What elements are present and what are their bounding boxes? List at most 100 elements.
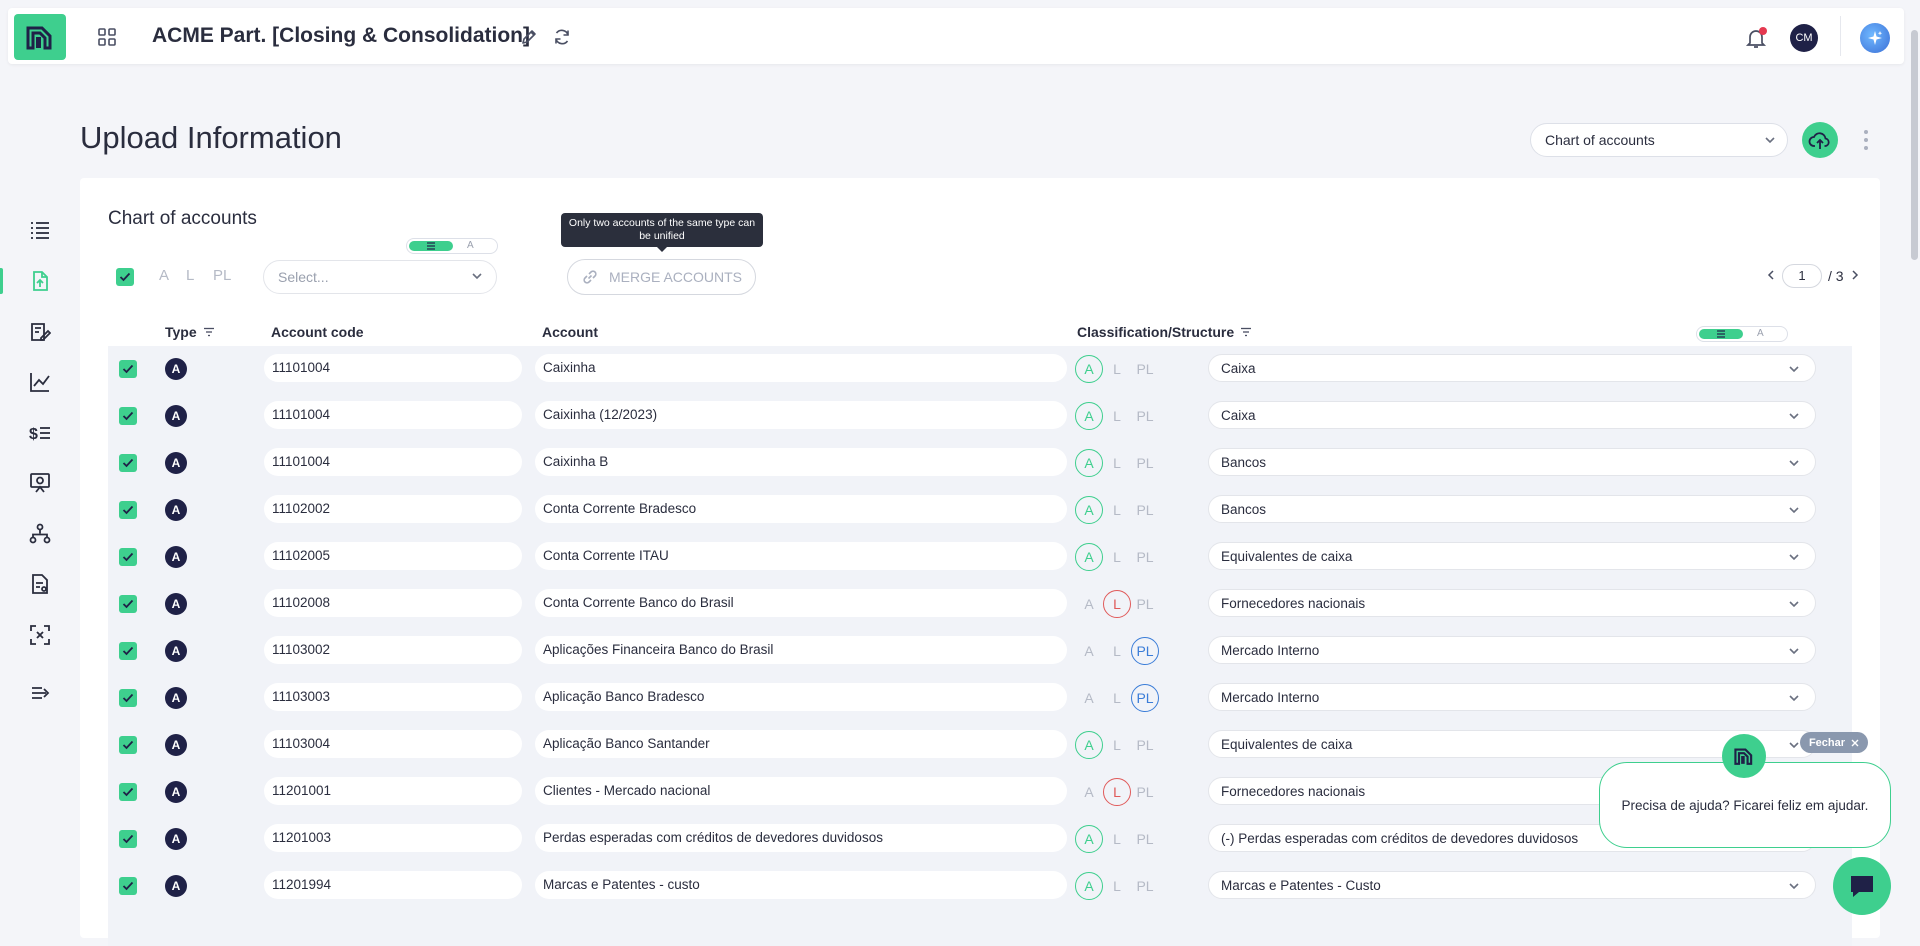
filter-select[interactable]: Select...	[263, 260, 497, 294]
account-name-field[interactable]: Conta Corrente Banco do Brasil	[535, 589, 1067, 617]
row-checkbox[interactable]	[119, 360, 137, 378]
ai-assistant-sparkle-icon[interactable]	[1860, 23, 1890, 53]
structure-select[interactable]: Mercado Interno	[1208, 683, 1816, 711]
account-name-field[interactable]: Marcas e Patentes - custo	[535, 871, 1067, 899]
row-checkbox[interactable]	[119, 407, 137, 425]
row-checkbox[interactable]	[119, 736, 137, 754]
classification-asset[interactable]: A	[1075, 684, 1103, 712]
apps-grid-icon[interactable]	[96, 26, 118, 48]
account-code-field[interactable]: 11103004	[264, 730, 522, 758]
sidebar-item-analytics[interactable]	[24, 366, 56, 398]
classification-equity[interactable]: PL	[1131, 684, 1159, 712]
classification-asset[interactable]: A	[1075, 496, 1103, 524]
classification-asset[interactable]: A	[1075, 590, 1103, 618]
more-options-icon[interactable]	[1860, 128, 1872, 152]
chevron-left-icon[interactable]	[1766, 268, 1776, 284]
account-name-field[interactable]: Caixinha (12/2023)	[535, 401, 1067, 429]
account-code-field[interactable]: 11101004	[264, 448, 522, 476]
upload-cloud-button[interactable]	[1802, 122, 1838, 158]
classification-liability[interactable]: L	[1103, 496, 1131, 524]
classification-equity[interactable]: PL	[1131, 872, 1159, 900]
sidebar-item-mapping[interactable]	[24, 619, 56, 651]
account-name-field[interactable]: Aplicação Banco Santander	[535, 730, 1067, 758]
sidebar-item-structure[interactable]	[24, 518, 56, 550]
sidebar-item-collapse[interactable]	[24, 677, 56, 709]
row-checkbox[interactable]	[119, 830, 137, 848]
structure-select[interactable]: Bancos	[1208, 448, 1816, 476]
chevron-right-icon[interactable]	[1850, 268, 1860, 284]
app-logo[interactable]	[14, 14, 66, 60]
account-name-field[interactable]: Perdas esperadas com créditos de devedor…	[535, 824, 1067, 852]
chat-button[interactable]	[1833, 857, 1891, 915]
structure-select[interactable]: Marcas e Patentes - Custo	[1208, 871, 1816, 899]
row-checkbox[interactable]	[119, 501, 137, 519]
structure-view-toggle[interactable]: A	[1696, 326, 1788, 342]
classification-equity[interactable]: PL	[1131, 402, 1159, 430]
classification-asset[interactable]: A	[1075, 778, 1103, 806]
sidebar-item-reports[interactable]	[24, 568, 56, 600]
classification-equity[interactable]: PL	[1131, 355, 1159, 383]
classification-asset[interactable]: A	[1075, 637, 1103, 665]
account-code-field[interactable]: 11201001	[264, 777, 522, 805]
classification-equity[interactable]: PL	[1131, 637, 1159, 665]
classification-liability[interactable]: L	[1103, 825, 1131, 853]
sidebar-item-list[interactable]	[24, 214, 56, 246]
classification-equity[interactable]: PL	[1131, 731, 1159, 759]
account-name-field[interactable]: Conta Corrente Bradesco	[535, 495, 1067, 523]
account-code-field[interactable]: 11102008	[264, 589, 522, 617]
classification-asset[interactable]: A	[1075, 872, 1103, 900]
merge-accounts-button[interactable]: MERGE ACCOUNTS	[567, 259, 756, 295]
account-name-field[interactable]: Caixinha	[535, 354, 1067, 382]
account-code-field[interactable]: 11103002	[264, 636, 522, 664]
account-code-field[interactable]: 11101004	[264, 354, 522, 382]
account-code-field[interactable]: 11102005	[264, 542, 522, 570]
classification-asset[interactable]: A	[1075, 402, 1103, 430]
account-name-field[interactable]: Caixinha B	[535, 448, 1067, 476]
refresh-icon[interactable]	[551, 26, 573, 48]
structure-select[interactable]: Fornecedores nacionais	[1208, 589, 1816, 617]
page-number-input[interactable]: 1	[1782, 264, 1822, 288]
header-classification[interactable]: Classification/Structure	[1077, 324, 1252, 340]
row-checkbox[interactable]	[119, 454, 137, 472]
account-name-field[interactable]: Conta Corrente ITAU	[535, 542, 1067, 570]
classification-equity[interactable]: PL	[1131, 825, 1159, 853]
sidebar-item-finance[interactable]: $	[24, 417, 56, 449]
classification-liability[interactable]: L	[1103, 402, 1131, 430]
structure-select[interactable]: Mercado Interno	[1208, 636, 1816, 664]
classification-liability[interactable]: L	[1103, 872, 1131, 900]
filter-liability[interactable]: L	[186, 267, 194, 284]
classification-liability[interactable]: L	[1103, 778, 1131, 806]
account-name-field[interactable]: Aplicações Financeira Banco do Brasil	[535, 636, 1067, 664]
classification-equity[interactable]: PL	[1131, 449, 1159, 477]
structure-select[interactable]: Caixa	[1208, 354, 1816, 382]
classification-equity[interactable]: PL	[1131, 778, 1159, 806]
classification-liability[interactable]: L	[1103, 731, 1131, 759]
classification-liability[interactable]: L	[1103, 684, 1131, 712]
data-source-select[interactable]: Chart of accounts	[1530, 123, 1788, 157]
classification-asset[interactable]: A	[1075, 355, 1103, 383]
sidebar-item-upload[interactable]	[24, 265, 56, 297]
row-checkbox[interactable]	[119, 595, 137, 613]
user-avatar[interactable]: CM	[1790, 24, 1818, 52]
row-checkbox[interactable]	[119, 548, 137, 566]
select-all-checkbox[interactable]	[116, 268, 134, 286]
classification-liability[interactable]: L	[1103, 590, 1131, 618]
account-name-field[interactable]: Clientes - Mercado nacional	[535, 777, 1067, 805]
filter-view-toggle[interactable]: A	[406, 238, 498, 254]
row-checkbox[interactable]	[119, 877, 137, 895]
list-view-toggle-on[interactable]	[409, 241, 453, 251]
classification-asset[interactable]: A	[1075, 731, 1103, 759]
structure-select[interactable]: Bancos	[1208, 495, 1816, 523]
classification-equity[interactable]: PL	[1131, 496, 1159, 524]
notifications-bell-icon[interactable]	[1742, 24, 1770, 52]
classification-asset[interactable]: A	[1075, 825, 1103, 853]
edit-pencil-icon[interactable]	[518, 26, 540, 48]
filter-equity[interactable]: PL	[213, 267, 231, 284]
classification-liability[interactable]: L	[1103, 543, 1131, 571]
structure-select[interactable]: Caixa	[1208, 401, 1816, 429]
sidebar-item-presentation[interactable]	[24, 467, 56, 499]
scrollbar-thumb[interactable]	[1911, 30, 1918, 260]
alpha-view-toggle-off[interactable]: A	[467, 239, 474, 253]
structure-select[interactable]: Equivalentes de caixa	[1208, 542, 1816, 570]
account-code-field[interactable]: 11201994	[264, 871, 522, 899]
